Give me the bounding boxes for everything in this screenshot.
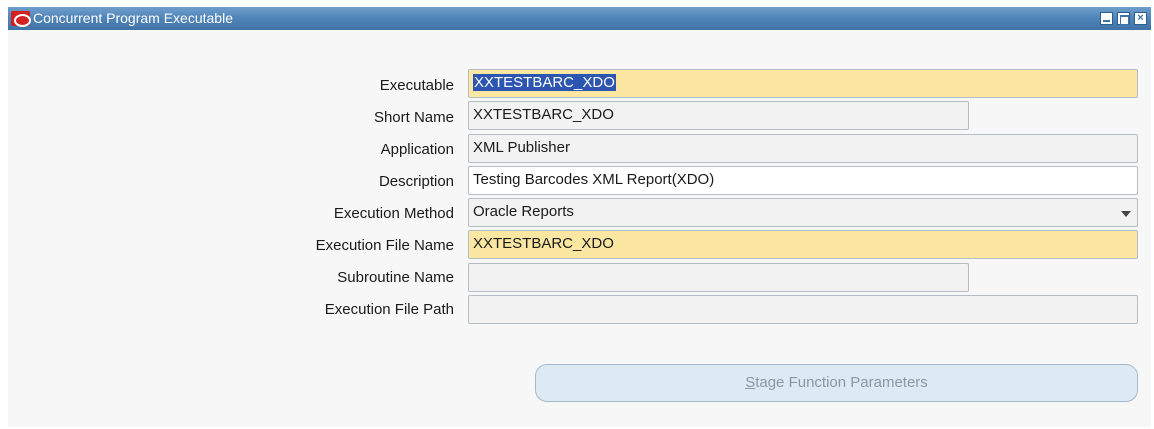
short-name-field[interactable]: XXTESTBARC_XDO <box>468 101 969 130</box>
executable-label: Executable <box>379 77 454 94</box>
window-title: Concurrent Program Executable <box>33 10 233 26</box>
stage-button-label: tage Function Parameters <box>755 374 928 391</box>
title-bar[interactable]: Concurrent Program Executable × <box>8 7 1151 30</box>
execution-file-name-field[interactable]: XXTESTBARC_XDO <box>468 230 1138 259</box>
description-field[interactable]: Testing Barcodes XML Report(XDO) <box>468 166 1138 195</box>
executable-value: XXTESTBARC_XDO <box>473 74 616 91</box>
subroutine-name-label: Subroutine Name <box>337 269 454 286</box>
oracle-app-icon <box>11 11 31 27</box>
minimize-icon[interactable] <box>1100 12 1113 25</box>
application-label: Application <box>380 141 454 158</box>
short-name-label: Short Name <box>373 109 454 126</box>
executable-field[interactable]: XXTESTBARC_XDO <box>468 69 1138 98</box>
execution-method-select[interactable]: Oracle Reports <box>468 198 1138 227</box>
execution-method-value: Oracle Reports <box>473 203 574 220</box>
execution-file-path-field[interactable] <box>468 295 1138 324</box>
application-field[interactable]: XML Publisher <box>468 134 1138 163</box>
stage-button-mnemonic: S <box>745 374 756 391</box>
execution-file-name-label: Execution File Name <box>315 237 454 254</box>
maximize-icon[interactable] <box>1117 12 1130 25</box>
execution-file-path-label: Execution File Path <box>324 301 454 318</box>
description-label: Description <box>378 173 454 190</box>
concurrent-program-executable-window: Concurrent Program Executable × Executab… <box>8 7 1151 427</box>
chevron-down-icon[interactable] <box>1121 211 1131 217</box>
subroutine-name-field[interactable] <box>468 263 969 292</box>
close-icon[interactable]: × <box>1134 12 1147 25</box>
execution-method-label: Execution Method <box>333 205 454 222</box>
stage-function-parameters-button[interactable]: Stage Function Parameters <box>535 364 1138 402</box>
